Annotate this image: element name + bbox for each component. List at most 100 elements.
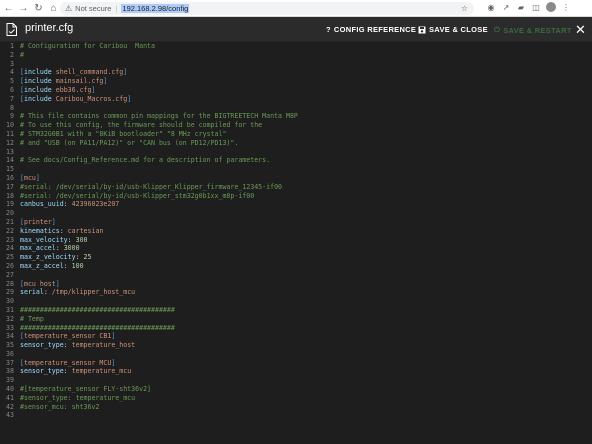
- line-number: 31: [6, 305, 14, 314]
- code-line[interactable]: 33 ######################################…: [0, 324, 592, 333]
- code-line[interactable]: 28 [mcu host]: [0, 280, 592, 289]
- code-line[interactable]: 16 [mcu]: [0, 174, 592, 183]
- sidebar-icon[interactable]: ◫: [531, 2, 541, 12]
- code-line[interactable]: 36: [0, 350, 592, 359]
- home-icon[interactable]: ⌂: [47, 2, 60, 15]
- line-text: canbus_uuid: 42396023e207: [20, 200, 119, 209]
- code-line[interactable]: 32 # Temp: [0, 315, 592, 324]
- code-line[interactable]: 34 [temperature_sensor CB1]: [0, 332, 592, 341]
- code-line[interactable]: 27: [0, 271, 592, 280]
- code-line[interactable]: 22 kinematics: cartesian: [0, 227, 592, 236]
- code-token: ]: [123, 68, 128, 77]
- code-line[interactable]: 17 #serial: /dev/serial/by-id/usb-Klipper…: [0, 183, 592, 192]
- code-line[interactable]: 13: [0, 148, 592, 157]
- code-line[interactable]: 21 [printer]: [0, 218, 592, 227]
- line-text: max_z_velocity: 25: [20, 253, 91, 262]
- camera-icon[interactable]: ◉: [486, 2, 496, 12]
- save-restart-button[interactable]: ⏻ SAVE & RESTART: [494, 25, 572, 35]
- menu-kebab-icon[interactable]: ⋮: [561, 2, 571, 12]
- code-line[interactable]: 15: [0, 165, 592, 174]
- code-token: max_velocity: [20, 235, 68, 244]
- line-number: 2: [10, 50, 14, 59]
- code-token: :: [59, 226, 68, 235]
- code-token: #[temperature_sensor FLY-sht36v2]: [20, 385, 152, 394]
- code-token: include: [23, 94, 52, 103]
- code-token: 300: [75, 235, 88, 244]
- warning-icon: ⚠: [65, 4, 73, 13]
- back-icon[interactable]: ←: [2, 2, 15, 15]
- code-line[interactable]: 4 [include shell_command.cfg]: [0, 68, 592, 77]
- code-line[interactable]: 1 # Configuration for Caribou Manta: [0, 42, 592, 51]
- code-line[interactable]: 12 # and "USB (on PA11/PA12)" or "CAN bus…: [0, 139, 592, 148]
- code-token: Caribou_Macros.cfg: [51, 94, 128, 103]
- close-icon[interactable]: ✕: [575, 22, 586, 38]
- code-line[interactable]: 30: [0, 297, 592, 306]
- code-line[interactable]: 11 # STM32G0B1 with a "8KiB bootloader" "…: [0, 130, 592, 139]
- code-line[interactable]: 9 # This file contains common pin mapping…: [0, 112, 592, 121]
- code-line[interactable]: 29 serial: /tmp/klipper_host_mcu: [0, 288, 592, 297]
- code-token: temperature_sensor CB1: [23, 332, 112, 341]
- forward-icon[interactable]: →: [17, 2, 30, 15]
- code-line[interactable]: 18 #serial: /dev/serial/by-id/usb-Klipper…: [0, 192, 592, 201]
- code-line[interactable]: 7 [include Caribou_Macros.cfg]: [0, 95, 592, 104]
- code-token: :: [63, 367, 72, 376]
- profile-avatar[interactable]: [546, 2, 556, 12]
- question-icon: ?: [326, 25, 331, 34]
- line-number: 13: [6, 147, 14, 156]
- code-token: include: [23, 68, 52, 77]
- code-token: #######################################: [20, 305, 175, 314]
- line-number: 29: [6, 288, 14, 297]
- line-number: 36: [6, 349, 14, 358]
- line-text: #######################################: [20, 306, 175, 315]
- line-text: #serial: /dev/serial/by-id/usb-Klipper_s…: [20, 192, 254, 201]
- code-token: :: [63, 200, 72, 209]
- code-line[interactable]: 25 max_z_velocity: 25: [0, 253, 592, 262]
- code-line[interactable]: 19 canbus_uuid: 42396023e207: [0, 200, 592, 209]
- code-editor[interactable]: 1 # Configuration for Caribou Manta 2 #3 4 [i…: [0, 42, 592, 444]
- code-token: :: [55, 244, 64, 253]
- code-line[interactable]: 31 ######################################…: [0, 306, 592, 315]
- code-line[interactable]: 38 sensor_type: temperature_mcu: [0, 367, 592, 376]
- code-line[interactable]: 3: [0, 60, 592, 69]
- reload-icon[interactable]: ↻: [32, 2, 45, 15]
- code-line[interactable]: 35 sensor_type: temperature_host: [0, 341, 592, 350]
- save-close-button[interactable]: SAVE & CLOSE: [418, 25, 488, 34]
- code-line[interactable]: 26 max_z_accel: 100: [0, 262, 592, 271]
- address-bar[interactable]: ⚠ Not secure | 192.168.2.98/config ☆: [60, 2, 474, 15]
- code-line[interactable]: 43: [0, 411, 592, 420]
- extensions-icon[interactable]: ▰: [516, 2, 526, 12]
- code-line[interactable]: 10 # To use this config, the firmware sho…: [0, 121, 592, 130]
- code-token: :: [43, 288, 52, 297]
- code-token: # and "USB (on PA11/PA12)" or "CAN bus (…: [20, 138, 239, 147]
- code-token: #sensor_mcu: sht36v2: [20, 402, 100, 411]
- line-number: 25: [6, 253, 14, 262]
- code-line[interactable]: 40 #[temperature_sensor FLY-sht36v2]: [0, 385, 592, 394]
- code-line[interactable]: 41 #sensor_type: temperature_mcu: [0, 394, 592, 403]
- line-number: 4: [10, 68, 14, 77]
- code-line[interactable]: 14 # See docs/Config_Reference.md for a d…: [0, 156, 592, 165]
- code-token: #######################################: [20, 323, 175, 332]
- code-line[interactable]: 24 max_accel: 3000: [0, 244, 592, 253]
- code-line[interactable]: 8: [0, 104, 592, 113]
- share-icon[interactable]: ↗: [501, 2, 511, 12]
- code-line[interactable]: 20: [0, 209, 592, 218]
- code-line[interactable]: 37 [temperature_sensor MCU]: [0, 359, 592, 368]
- bookmark-star-icon[interactable]: ☆: [461, 4, 468, 13]
- code-line[interactable]: 42 #sensor_mcu: sht36v2: [0, 403, 592, 412]
- code-line[interactable]: 6 [include ebb36.cfg]: [0, 86, 592, 95]
- line-text: # and "USB (on PA11/PA12)" or "CAN bus (…: [20, 139, 238, 148]
- line-number: 35: [6, 341, 14, 350]
- code-line[interactable]: 5 [include mainsail.cfg]: [0, 77, 592, 86]
- line-number: 41: [6, 393, 14, 402]
- code-token: sensor_type: [20, 367, 64, 376]
- code-line[interactable]: 2 #: [0, 51, 592, 60]
- line-text: sensor_type: temperature_mcu: [20, 367, 131, 376]
- code-line[interactable]: 39: [0, 376, 592, 385]
- line-text: [temperature_sensor CB1]: [20, 332, 115, 341]
- config-reference-button[interactable]: ? CONFIG REFERENCE: [326, 25, 416, 34]
- code-token: printer: [23, 217, 52, 226]
- line-number: 3: [10, 59, 14, 68]
- code-line[interactable]: 23 max_velocity: 300: [0, 236, 592, 245]
- line-number: 39: [6, 376, 14, 385]
- url-text[interactable]: 192.168.2.98/config: [121, 4, 190, 13]
